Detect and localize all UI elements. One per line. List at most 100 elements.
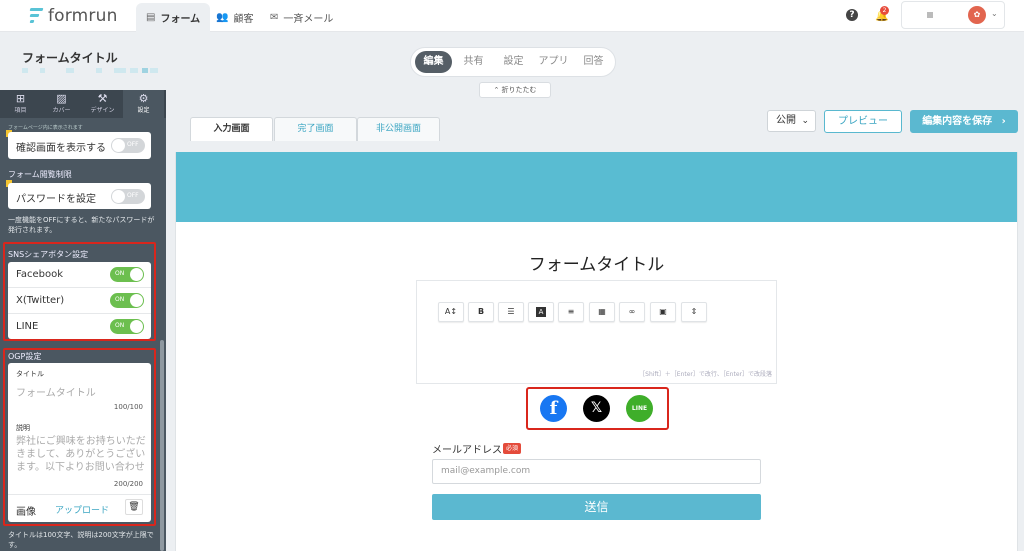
sns-heading: SNSシェアボタン設定 (8, 250, 89, 259)
toggle-state: ON (115, 270, 125, 277)
submit-button[interactable]: 送信 (432, 494, 761, 520)
email-field[interactable]: mail@example.com (432, 459, 761, 484)
sidebar-tab-label: カバー (52, 107, 71, 114)
toggle-knob (112, 190, 125, 203)
form-url-placeholder (66, 68, 74, 73)
align-icon[interactable]: ≡ (558, 302, 584, 322)
divider (8, 287, 151, 288)
picture-icon[interactable]: ▣ (650, 302, 676, 322)
chevron-right-icon: › (1001, 116, 1006, 127)
sns-line-label: LINE (16, 321, 39, 332)
mode-share[interactable]: 共有 (455, 51, 492, 73)
password-toggle[interactable]: OFF (111, 189, 145, 204)
sns-line-toggle[interactable]: ON (110, 319, 144, 334)
preview-button[interactable]: プレビュー (824, 110, 902, 133)
sidebar-tab-label: デザイン (90, 107, 115, 114)
sidebar-tab-settings[interactable]: ⚙ 設定 (123, 90, 164, 118)
bold-icon[interactable]: B (468, 302, 494, 322)
gear-icon: ⚙ (138, 92, 149, 105)
confirm-screen-label: 確認画面を表示する (16, 143, 106, 154)
ogp-card: タイトル フォームタイトル 100/100 説明 弊社にご興味をお持ちいただきま… (8, 363, 151, 522)
form-url-placeholder (96, 68, 102, 73)
sidebar-tab-label: 設定 (137, 107, 150, 114)
facebook-icon[interactable]: f (540, 395, 567, 422)
ogp-desc-label: 説明 (16, 424, 30, 432)
mode-responses[interactable]: 回答 (575, 51, 612, 73)
sidebar-tab-design[interactable]: ⚒ デザイン (82, 90, 123, 118)
list-icon[interactable]: ☰ (498, 302, 524, 322)
nav-tab-forms[interactable]: ▤ フォーム (136, 3, 211, 32)
divider (8, 494, 151, 495)
ogp-image-label: 画像 (16, 507, 36, 518)
sidebar-scrollbar[interactable] (160, 340, 164, 551)
nav-tab-label: 一斉メール (283, 14, 334, 25)
formrun-logo[interactable]: formrun (28, 5, 118, 27)
wrench-icon: ⚒ (97, 92, 108, 105)
required-badge: 必須 (503, 443, 521, 454)
ogp-title-label: タイトル (16, 370, 44, 378)
confirm-screen-toggle[interactable]: OFF (111, 138, 145, 153)
collapse-button[interactable]: ⌃ 折りたたむ (479, 82, 551, 98)
toggle-state: OFF (127, 192, 139, 199)
form-url-placeholder (142, 68, 148, 73)
image-icon: ▨ (56, 92, 67, 105)
publish-select[interactable]: 公開 ⌄ (767, 110, 816, 132)
nav-tab-label: 顧客 (233, 14, 254, 25)
toggle-knob (130, 320, 143, 333)
form-url-placeholder (114, 68, 126, 73)
ogp-upload-link[interactable]: アップロード (55, 503, 109, 516)
ogp-heading: OGP設定 (8, 352, 42, 361)
x-icon[interactable]: 𝕏 (583, 395, 610, 422)
truncated-note: フォームページ内に表示されます (8, 125, 83, 131)
sns-card: Facebook ON X(Twitter) ON LINE ON (8, 262, 151, 339)
text-color-glyph: A (536, 307, 546, 317)
mode-apps[interactable]: アプリ (535, 51, 572, 73)
sidebar-tab-items[interactable]: ⊞ 項目 (0, 90, 41, 118)
sns-x-toggle[interactable]: ON (110, 293, 144, 308)
password-label: パスワードを設定 (16, 194, 96, 205)
form-canvas-title[interactable]: フォームタイトル (176, 250, 1017, 275)
confirm-screen-card: 確認画面を表示する OFF (8, 132, 151, 159)
font-size-icon[interactable]: A↕ (438, 302, 464, 322)
toggle-state: OFF (127, 141, 139, 148)
link-icon[interactable]: ∞ (619, 302, 645, 322)
ogp-desc-input[interactable]: 弊社にご興味をお持ちいただきまして、ありがとうございます。以下よりお問い合わせ (16, 435, 146, 473)
form-title: フォームタイトル (22, 51, 118, 65)
line-icon[interactable]: LINE (626, 395, 653, 422)
save-button[interactable]: 編集内容を保存 › (910, 110, 1018, 133)
mode-settings[interactable]: 設定 (495, 51, 532, 73)
nav-tab-customers[interactable]: 👥 顧客 (206, 3, 263, 32)
help-icon[interactable]: ? (846, 9, 858, 21)
tab-complete-screen[interactable]: 完了画面 (274, 117, 357, 141)
top-navigation: formrun ▤ フォーム 👥 顧客 ✉ 一斉メール ? 🔔 2 ✿ ⌄ (0, 0, 1024, 32)
cover-banner[interactable] (176, 152, 1017, 222)
access-limit-heading: フォーム閲覧制限 (8, 170, 72, 179)
logo-icon (28, 6, 44, 26)
trash-icon[interactable]: 🗑 (125, 499, 143, 515)
brand-name: formrun (48, 6, 118, 26)
table-icon[interactable]: ▦ (589, 302, 615, 322)
text-color-icon[interactable]: A (528, 302, 554, 322)
toggle-state: ON (115, 322, 125, 329)
toggle-knob (130, 268, 143, 281)
toggle-state: ON (115, 296, 125, 303)
nav-tab-bulk-mail[interactable]: ✉ 一斉メール (260, 3, 343, 32)
sidebar-tab-cover[interactable]: ▨ カバー (41, 90, 82, 118)
publish-select-value: 公開 (776, 115, 796, 126)
tab-private-screen[interactable]: 非公開画面 (357, 117, 440, 141)
password-note: 一度機能をOFFにすると、新たなパスワードが発行されます。 (8, 216, 155, 234)
ogp-footer-note: タイトルは100文字、説明は200文字が上限です。 (8, 531, 154, 549)
form-url-placeholder (40, 68, 45, 73)
mode-edit[interactable]: 編集 (415, 51, 452, 73)
toggle-knob (112, 139, 125, 152)
chevron-down-icon: ⌄ (991, 9, 998, 18)
embed-icon[interactable]: ⇕ (681, 302, 707, 322)
tab-input-screen[interactable]: 入力画面 (190, 117, 273, 141)
password-card: パスワードを設定 OFF (8, 183, 151, 209)
account-menu[interactable]: ✿ ⌄ (901, 1, 1005, 29)
email-field-label: メールアドレス (432, 445, 502, 456)
divider (8, 313, 151, 314)
ogp-title-input[interactable]: フォームタイトル (16, 384, 96, 399)
sns-facebook-toggle[interactable]: ON (110, 267, 144, 282)
sidebar-tab-label: 項目 (14, 107, 27, 114)
